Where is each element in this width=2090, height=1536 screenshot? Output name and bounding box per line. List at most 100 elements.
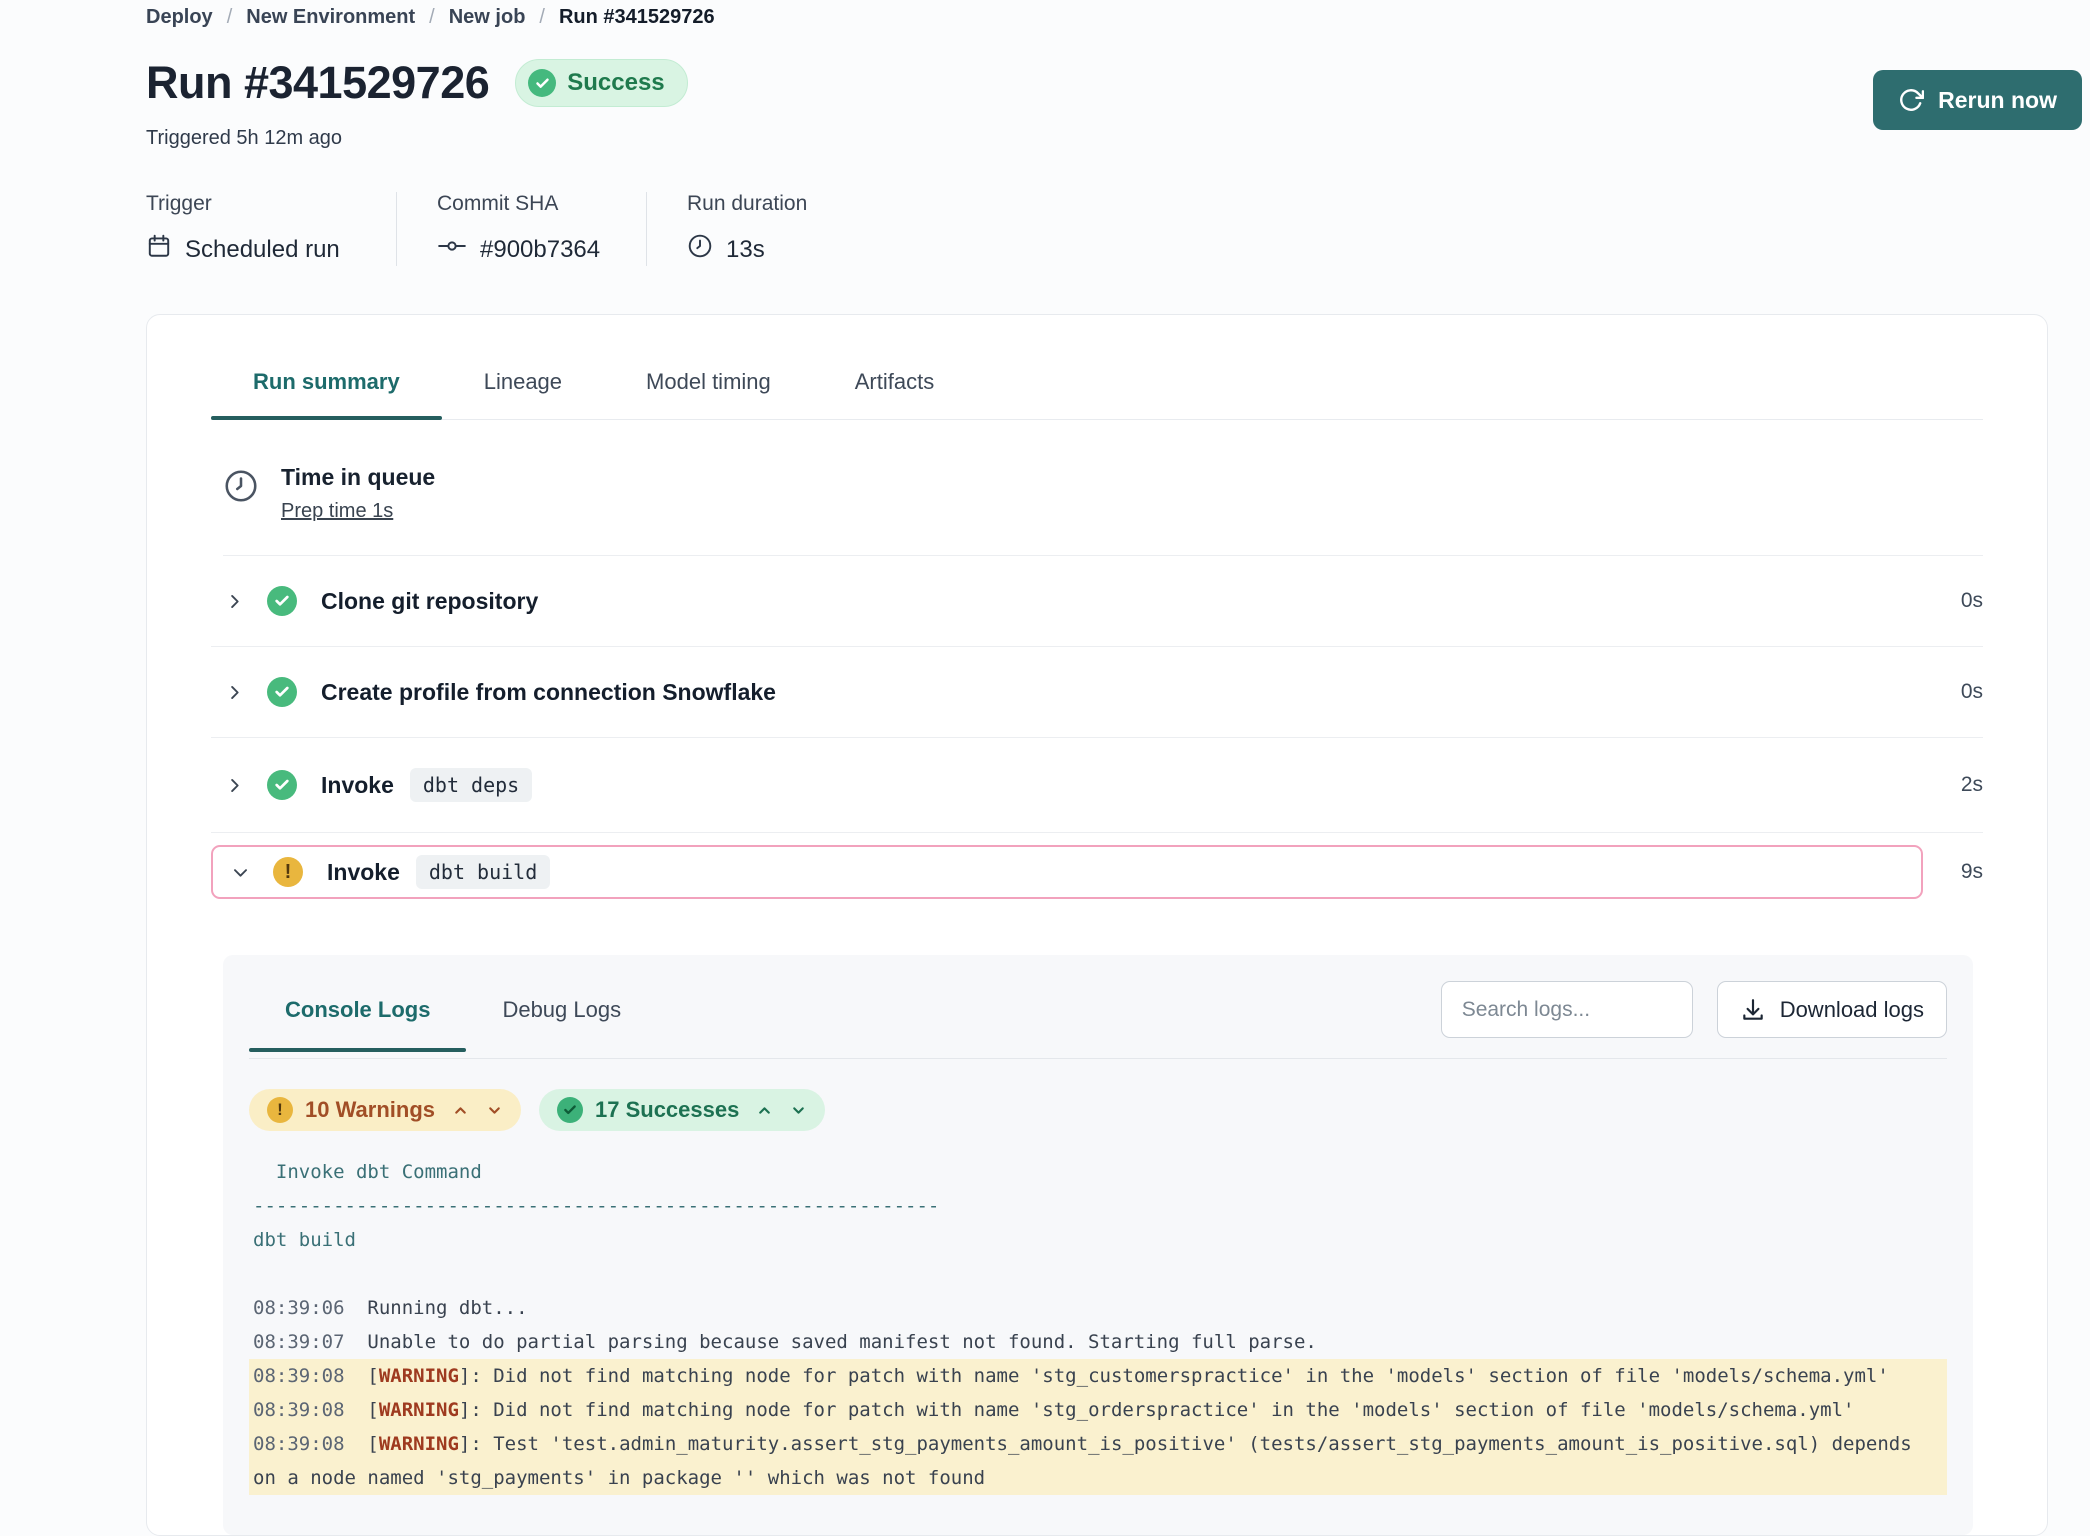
calendar-icon (146, 233, 172, 266)
meta-label-commit-sha: Commit SHA (437, 192, 606, 216)
step-row: !Invokedbt build 9s (211, 833, 1983, 899)
log-line: 08:39:08 [WARNING]: Did not find matchin… (249, 1393, 1947, 1427)
step-clone-git-repository[interactable]: Clone git repository (211, 586, 1923, 616)
run-detail-card: Run summaryLineageModel timingArtifacts … (146, 314, 2048, 1536)
chevron-right-icon[interactable] (225, 776, 245, 795)
step-create-profile-from-connection-snowflake[interactable]: Create profile from connection Snowflake (211, 677, 1923, 707)
meta-run-duration: Run duration 13s (646, 192, 847, 266)
meta-value-run-duration: 13s (687, 233, 807, 266)
breadcrumb-separator: / (429, 6, 435, 29)
step-row: Create profile from connection Snowflake… (211, 647, 1983, 738)
tab-model-timing[interactable]: Model timing (604, 369, 813, 419)
prep-time-link[interactable]: Prep time 1s (281, 500, 393, 523)
breadcrumb: Deploy / New Environment / New job / Run #3415… (146, 6, 1902, 29)
meta-commit-sha: Commit SHA #900b7364 (396, 192, 646, 266)
clock-icon (223, 468, 259, 523)
triggered-text: Triggered 5h 12m ago (146, 127, 1902, 150)
logs-header: Console LogsDebug Logs Download logs (249, 981, 1947, 1059)
time-in-queue-text: Time in queue Prep time 1s (281, 464, 435, 523)
warning-tag: WARNING (379, 1433, 459, 1455)
log-tab-console-logs[interactable]: Console Logs (249, 997, 466, 1051)
run-detail-tabs: Run summaryLineageModel timingArtifacts (211, 369, 1983, 420)
step-invoke-dbt-deps[interactable]: Invoke dbt deps (211, 768, 1923, 802)
caret-up-icon[interactable] (756, 1102, 773, 1119)
success-check-icon (267, 677, 297, 707)
step-invoke-dbt-build[interactable]: !Invokedbt build (211, 845, 1923, 899)
success-check-icon (557, 1097, 583, 1123)
meta-label-trigger: Trigger (146, 192, 356, 216)
step-title: Invoke (321, 772, 394, 799)
download-logs-label: Download logs (1780, 997, 1924, 1023)
chevron-right-icon[interactable] (225, 683, 245, 702)
rerun-now-button[interactable]: Rerun now (1873, 70, 2082, 130)
meta-value-text: #900b7364 (480, 236, 600, 264)
warning-tag: WARNING (379, 1365, 459, 1387)
breadcrumb-item-new-environment[interactable]: New Environment (246, 6, 415, 29)
step-duration: 0s (1939, 680, 1983, 704)
step-duration: 2s (1939, 773, 1983, 797)
title-row: Run #341529726 Success (146, 57, 1902, 109)
log-header-line: ----------------------------------------… (249, 1189, 1947, 1223)
successes-badge-label: 17 Successes (595, 1097, 739, 1123)
warning-icon: ! (267, 1097, 293, 1123)
log-line: 08:39:07 Unable to do partial parsing be… (249, 1325, 1947, 1359)
breadcrumb-separator: / (227, 6, 233, 29)
caret-up-icon[interactable] (452, 1102, 469, 1119)
warning-tag: WARNING (379, 1399, 459, 1421)
breadcrumb-separator: / (539, 6, 545, 29)
log-timestamp: 08:39:08 (253, 1399, 367, 1421)
page: Deploy / New Environment / New job / Run #3415… (0, 0, 1902, 1536)
rerun-now-label: Rerun now (1938, 87, 2057, 114)
status-badge-label: Success (567, 69, 664, 97)
success-check-icon (267, 586, 297, 616)
log-timestamp: 08:39:06 (253, 1297, 367, 1319)
log-line: 08:39:08 [WARNING]: Test 'test.admin_mat… (249, 1427, 1947, 1495)
chevron-down-icon[interactable] (231, 863, 251, 882)
log-header-line: Invoke dbt Command (249, 1155, 1947, 1189)
log-line: 08:39:08 [WARNING]: Did not find matchin… (249, 1359, 1947, 1393)
chevron-right-icon[interactable] (225, 592, 245, 611)
status-badge: Success (515, 59, 687, 107)
tab-lineage[interactable]: Lineage (442, 369, 604, 419)
log-summary-badges: ! 10 Warnings 17 Successes (249, 1089, 1947, 1131)
step-duration: 9s (1939, 860, 1983, 884)
warnings-badge-label: 10 Warnings (305, 1097, 435, 1123)
refresh-icon (1898, 87, 1924, 113)
run-metadata: TriggerScheduled runCommit SHA#900b7364R… (146, 192, 1902, 266)
caret-down-icon[interactable] (486, 1102, 503, 1119)
log-timestamp: 08:39:07 (253, 1331, 367, 1353)
download-icon (1740, 997, 1766, 1023)
step-title: Clone git repository (321, 588, 538, 615)
commit-icon (437, 233, 467, 266)
log-tabs: Console LogsDebug Logs (249, 981, 657, 1051)
steps-list: Clone git repository0sCreate profile fro… (211, 556, 1983, 899)
tab-artifacts[interactable]: Artifacts (813, 369, 976, 419)
breadcrumb-item-run-341529726: Run #341529726 (559, 6, 715, 29)
breadcrumb-item-deploy[interactable]: Deploy (146, 6, 213, 29)
tab-run-summary[interactable]: Run summary (211, 369, 442, 419)
warnings-badge[interactable]: ! 10 Warnings (249, 1089, 521, 1131)
meta-label-run-duration: Run duration (687, 192, 807, 216)
search-logs-input[interactable] (1441, 981, 1693, 1038)
breadcrumb-item-new-job[interactable]: New job (449, 6, 526, 29)
log-timestamp: 08:39:08 (253, 1433, 367, 1455)
log-line: 08:39:06 Running dbt... (249, 1291, 1947, 1325)
meta-value-commit-sha: #900b7364 (437, 233, 606, 266)
page-title: Run #341529726 (146, 57, 489, 109)
caret-down-icon[interactable] (790, 1102, 807, 1119)
command-chip: dbt deps (410, 768, 532, 802)
command-chip: dbt build (416, 855, 550, 889)
time-in-queue-title: Time in queue (281, 464, 435, 491)
step-title: Create profile from connection Snowflake (321, 679, 776, 706)
time-in-queue-section: Time in queue Prep time 1s (223, 464, 1983, 556)
successes-nav (756, 1102, 807, 1119)
download-logs-button[interactable]: Download logs (1717, 981, 1947, 1038)
clock-icon (687, 233, 713, 266)
meta-value-text: 13s (726, 236, 765, 264)
step-row: Clone git repository0s (211, 556, 1983, 647)
log-tab-debug-logs[interactable]: Debug Logs (466, 997, 657, 1051)
log-blank-line (249, 1257, 1947, 1291)
logs-panel: Console LogsDebug Logs Download logs ! 1… (223, 955, 1973, 1535)
success-check-icon (267, 770, 297, 800)
successes-badge[interactable]: 17 Successes (539, 1089, 825, 1131)
